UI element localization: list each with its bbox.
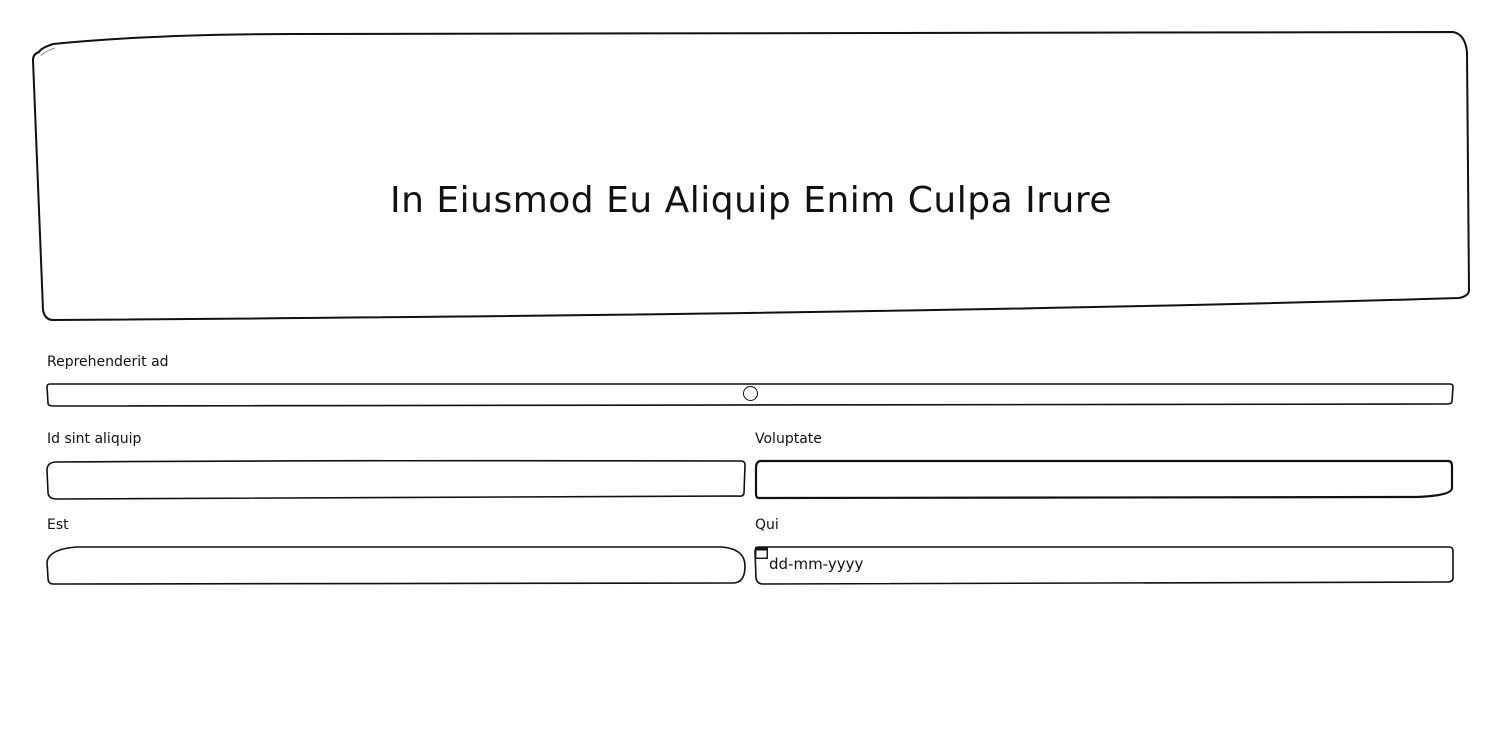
- id-sint-aliquip-input[interactable]: [57, 466, 735, 493]
- field-voluptate-label: Voluptate: [755, 431, 822, 447]
- page: In Eiusmod Eu Aliquip Enim Culpa Irure R…: [0, 0, 1500, 752]
- calendar-icon[interactable]: [755, 546, 768, 559]
- field-est-label: Est: [47, 517, 69, 533]
- voluptate-input[interactable]: [765, 466, 1443, 493]
- voluptate-field[interactable]: [754, 459, 1454, 500]
- hero-card-border: [31, 30, 1471, 322]
- slider-thumb[interactable]: [743, 386, 758, 401]
- field-id-label: Id sint aliquip: [47, 431, 142, 447]
- range-slider[interactable]: [46, 383, 1454, 407]
- hero-card: In Eiusmod Eu Aliquip Enim Culpa Irure: [31, 30, 1471, 322]
- page-title: In Eiusmod Eu Aliquip Enim Culpa Irure: [390, 180, 1112, 221]
- field-qui-label: Qui: [755, 517, 779, 533]
- est-input[interactable]: [57, 552, 735, 579]
- est-field[interactable]: [46, 545, 746, 585]
- date-placeholder: dd-mm-yyyy: [769, 555, 864, 573]
- id-sint-aliquip-field[interactable]: [46, 459, 746, 500]
- qui-date-field[interactable]: dd-mm-yyyy: [754, 545, 1454, 585]
- slider-label: Reprehenderit ad: [47, 354, 169, 370]
